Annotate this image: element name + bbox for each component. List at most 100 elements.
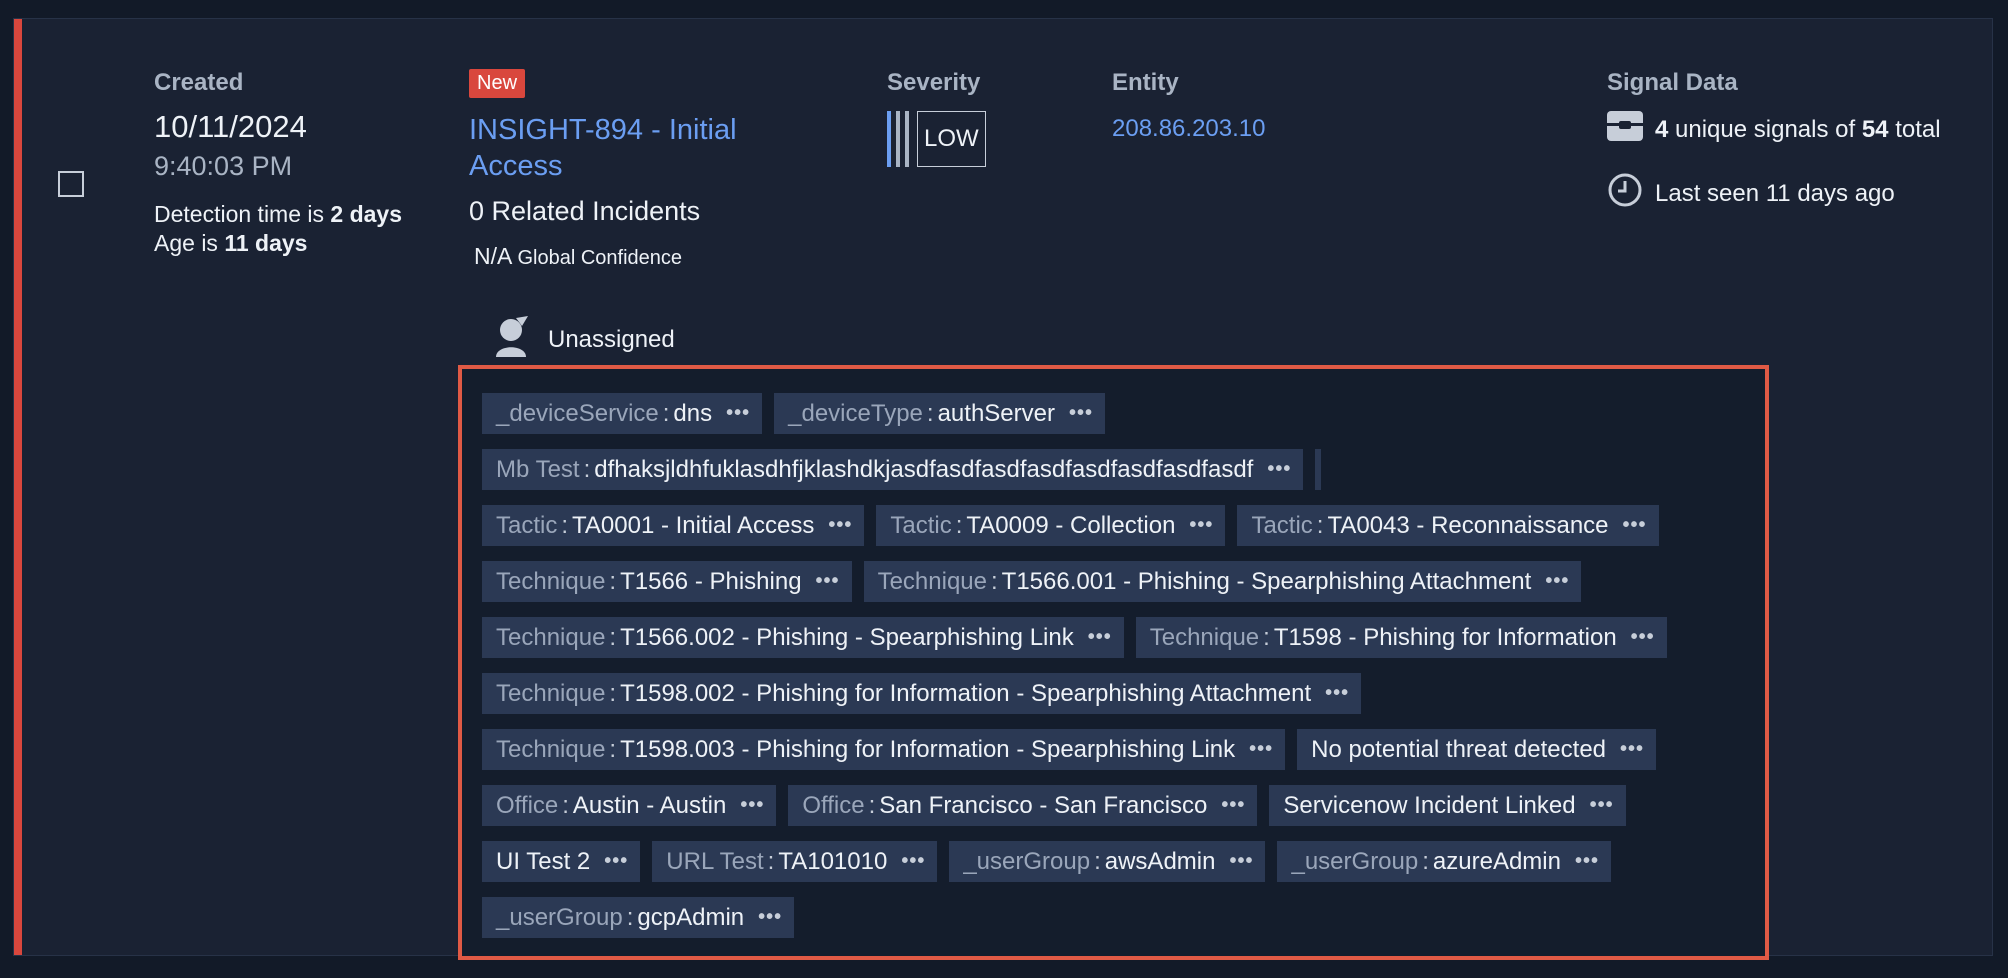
tag-separator: : (609, 567, 617, 595)
tag-separator: : (626, 903, 634, 931)
more-options-icon[interactable]: ••• (1249, 738, 1273, 761)
tag-chip[interactable]: Tactic: TA0043 - Reconnaissance ••• (1237, 505, 1659, 546)
tag-separator: : (767, 847, 775, 875)
confidence-value: N/A (474, 243, 512, 269)
tag-separator: : (609, 735, 617, 763)
unique-text: unique signals of (1668, 115, 1862, 143)
tag-chip[interactable]: Technique: T1598.003 - Phishing for Infor… (482, 729, 1286, 770)
severity-bars-icon (887, 111, 909, 167)
tag-chip[interactable]: Technique: T1566 - Phishing ••• (482, 561, 852, 602)
tag-key: Technique (877, 567, 987, 595)
more-options-icon[interactable]: ••• (901, 850, 925, 873)
more-options-icon[interactable]: ••• (604, 850, 628, 873)
detection-value: 2 days (330, 201, 403, 227)
tag-row: Technique: T1598.003 - Phishing for Infor… (482, 729, 1745, 770)
tag-chip[interactable]: _userGroup: azureAdmin ••• (1277, 841, 1611, 882)
select-checkbox[interactable] (58, 171, 84, 197)
tag-value: dfhaksjldhfuklasdhfjklashdkjasdfasdfasdf… (594, 455, 1254, 483)
more-options-icon[interactable]: ••• (1069, 402, 1093, 425)
tag-separator: : (561, 511, 569, 539)
tag-separator: : (662, 399, 670, 427)
more-options-icon[interactable]: ••• (1631, 626, 1655, 649)
more-options-icon[interactable]: ••• (740, 794, 764, 817)
tag-key: Technique (1149, 623, 1260, 651)
tag-separator: : (609, 623, 617, 651)
tag-chip[interactable]: _userGroup: awsAdmin ••• (949, 841, 1266, 882)
tag-chip[interactable]: Technique: T1566.001 - Phishing - Spearph… (863, 561, 1582, 602)
tag-chip[interactable]: _deviceType: authServer ••• (774, 393, 1105, 434)
more-options-icon[interactable]: ••• (1267, 458, 1291, 481)
tag-key: Mb Test (496, 455, 580, 483)
more-options-icon[interactable]: ••• (1221, 794, 1245, 817)
tag-chip[interactable]: Tactic: TA0009 - Collection ••• (876, 505, 1226, 546)
more-options-icon[interactable]: ••• (1623, 514, 1647, 537)
more-options-icon[interactable]: ••• (1575, 850, 1599, 873)
created-date: 10/11/2024 (154, 109, 307, 144)
tag-key: Technique (496, 567, 606, 595)
tag-chip[interactable]: _userGroup: gcpAdmin ••• (482, 897, 795, 938)
tag-key: Tactic (496, 511, 558, 539)
more-options-icon[interactable]: ••• (758, 906, 782, 929)
tag-separator: : (562, 791, 569, 819)
created-section: Created 10/11/2024 9:40:03 PM Detection … (154, 69, 402, 258)
tag-chip[interactable]: URL Test: TA101010 ••• (652, 841, 938, 882)
tag-separator: : (1316, 511, 1324, 539)
confidence-label: Global Confidence (517, 247, 683, 269)
more-options-icon[interactable]: ••• (1620, 738, 1644, 761)
tag-key: URL Test (666, 847, 764, 875)
more-options-icon[interactable]: ••• (1545, 570, 1569, 593)
entity-link[interactable]: 208.86.203.10 (1112, 115, 1265, 143)
tag-chip[interactable]: Technique: T1598 - Phishing for Informati… (1135, 617, 1667, 658)
tag-chip[interactable]: Servicenow Incident Linked ••• (1269, 785, 1626, 826)
tag-value: TA0009 - Collection (966, 511, 1176, 539)
tag-separator: : (583, 455, 591, 483)
more-options-icon[interactable]: ••• (828, 514, 852, 537)
tag-row: _userGroup: gcpAdmin ••• (482, 897, 1745, 938)
more-options-icon[interactable]: ••• (1325, 682, 1349, 705)
tag-chip[interactable]: No potential threat detected ••• (1297, 729, 1657, 770)
tag-value: Servicenow Incident Linked (1283, 791, 1576, 819)
tag-chip[interactable]: Technique: T1566.002 - Phishing - Spearph… (482, 617, 1124, 658)
tag-chip[interactable]: _deviceService: dns ••• (482, 393, 763, 434)
entity-section: Entity 208.86.203.10 (1112, 69, 1265, 143)
created-label: Created (154, 69, 244, 96)
more-options-icon[interactable]: ••• (1590, 794, 1614, 817)
unique-signal-count: 4 (1655, 115, 1669, 143)
tag-value: TA101010 (778, 847, 888, 875)
signal-data-label: Signal Data (1607, 69, 1738, 96)
tag-chip[interactable]: UI Test 2 ••• (482, 841, 641, 882)
tag-chip[interactable]: Office: Austin - Austin ••• (482, 785, 777, 826)
tag-chip[interactable]: Technique: T1598.002 - Phishing for Infor… (482, 673, 1362, 714)
tag-key: Tactic (1251, 511, 1313, 539)
tag-row: Technique: T1598.002 - Phishing for Infor… (482, 673, 1745, 714)
more-options-icon[interactable]: ••• (1088, 626, 1112, 649)
last-seen: Last seen 11 days ago (1607, 172, 1941, 215)
total-text: total (1888, 115, 1941, 143)
more-options-icon[interactable]: ••• (726, 402, 750, 425)
tag-key: _deviceService (496, 399, 659, 427)
more-options-icon[interactable]: ••• (816, 570, 840, 593)
tag-row: Mb Test: dfhaksjldhfuklasdhfjklashdkjasdf… (482, 449, 1745, 490)
status-accent-bar (14, 19, 22, 955)
tag-chip[interactable]: Office: San Francisco - San Francisco ••• (788, 785, 1258, 826)
tag-value: awsAdmin (1104, 847, 1216, 875)
tag-value: T1598 - Phishing for Information (1273, 623, 1617, 651)
tag-row: _deviceService: dns ••• _deviceType: authSer… (482, 393, 1745, 434)
tag-key: _userGroup (1291, 847, 1419, 875)
more-options-icon[interactable]: ••• (1229, 850, 1253, 873)
tag-value: gcpAdmin (637, 903, 745, 931)
tag-value: UI Test 2 (496, 847, 591, 875)
tag-separator: : (868, 791, 876, 819)
global-confidence: N/A Global Confidence (469, 243, 769, 270)
tag-chip[interactable]: Tactic: TA0001 - Initial Access ••• (482, 505, 865, 546)
severity-label: Severity (887, 69, 981, 96)
tag-key: Office (496, 791, 559, 819)
more-options-icon[interactable]: ••• (1189, 514, 1213, 537)
tag-chip[interactable]: Mb Test: dfhaksjldhfuklasdhfjklashdkjasdf… (482, 449, 1304, 490)
insight-title-link[interactable]: INSIGHT-894 - Initial Access (469, 112, 769, 184)
tag-value: azureAdmin (1432, 847, 1561, 875)
tag-value: No potential threat detected (1311, 735, 1607, 763)
assignee[interactable]: Unassigned (492, 316, 675, 363)
tag-key: _userGroup (963, 847, 1091, 875)
tag-key: Office (802, 791, 865, 819)
